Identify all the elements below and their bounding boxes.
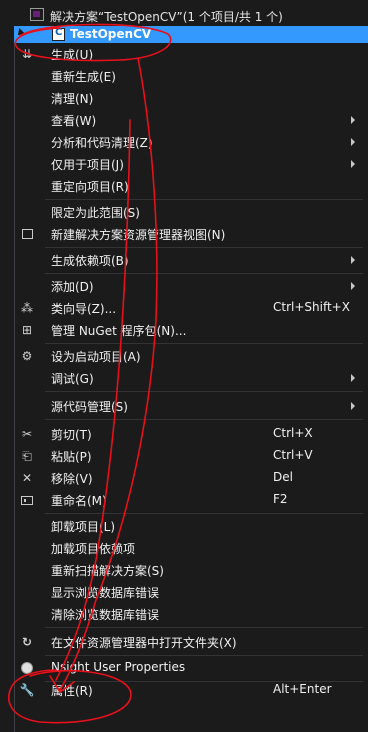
- menu-item-shortcut: Del: [273, 470, 293, 484]
- scissors-icon: ✂: [21, 427, 33, 441]
- menu-item-label: 卸载项目(L): [51, 520, 116, 534]
- menu-item-open-in-explorer[interactable]: ↻ 在文件资源管理器中打开文件夹(X): [15, 631, 368, 653]
- expand-triangle-icon[interactable]: [15, 28, 25, 38]
- menu-separator: [45, 247, 363, 248]
- build-icon: ⇊: [21, 47, 33, 61]
- menu-item-manage-nuget[interactable]: ⊞ 管理 NuGet 程序包(N)...: [15, 319, 368, 341]
- menu-item-label: 源代码管理(S): [51, 400, 128, 414]
- menu-separator: [45, 513, 363, 514]
- nuget-icon: ⊞: [21, 323, 33, 337]
- globe-icon: [19, 660, 35, 676]
- menu-item-class-wizard[interactable]: ⁂ 类向导(Z)... Ctrl+Shift+X: [15, 297, 368, 319]
- menu-item-build[interactable]: ⇊ 生成(U): [15, 43, 368, 65]
- menu-separator: [45, 391, 363, 392]
- menu-item-label: 生成(U): [51, 48, 94, 62]
- menu-item-label: 重定向项目(R): [51, 180, 129, 194]
- menu-separator: [45, 627, 363, 628]
- solution-title: 解决方案“TestOpenCV”(1 个项目/共 1 个): [50, 10, 283, 24]
- menu-item-label: 设为启动项目(A): [51, 350, 141, 364]
- menu-item-label: 加载项目依赖项: [51, 542, 136, 556]
- submenu-arrow-icon: [351, 116, 355, 124]
- refresh-icon: ↻: [21, 635, 33, 649]
- solution-icon: [30, 8, 44, 21]
- solution-node[interactable]: 解决方案“TestOpenCV”(1 个项目/共 1 个): [0, 4, 368, 26]
- menu-item-show-db-errors[interactable]: 显示浏览数据库错误: [15, 581, 368, 603]
- submenu-arrow-icon: [351, 256, 355, 264]
- menu-item-nsight-properties[interactable]: Nsight User Properties: [15, 657, 368, 679]
- project-node-selected[interactable]: TestOpenCV: [14, 26, 368, 43]
- menu-item-shortcut: Ctrl+X: [273, 426, 313, 440]
- menu-separator: [45, 343, 363, 344]
- paste-icon: ⎗: [22, 448, 32, 463]
- menu-item-shortcut: Ctrl+V: [273, 448, 313, 462]
- menu-item-paste[interactable]: ⎗ 粘贴(P) Ctrl+V: [15, 445, 368, 467]
- menu-item-label: 剪切(T): [51, 428, 92, 442]
- menu-item-analyze[interactable]: 分析和代码清理(Z): [15, 131, 368, 153]
- class-wizard-icon: ⁂: [21, 301, 33, 315]
- menu-item-shortcut: Ctrl+Shift+X: [273, 300, 350, 314]
- menu-item-add[interactable]: 添加(D): [15, 275, 368, 297]
- cpp-project-icon: [52, 27, 65, 41]
- menu-item-label: 类向导(Z)...: [51, 302, 117, 316]
- submenu-arrow-icon: [351, 374, 355, 382]
- context-menu: ⇊ 生成(U) 重新生成(E) 清理(N) 查看(W) 分析和代码清理(Z) 仅…: [14, 43, 368, 732]
- menu-item-retarget[interactable]: 重定向项目(R): [15, 175, 368, 197]
- menu-item-set-startup[interactable]: ⚙ 设为启动项目(A): [15, 345, 368, 367]
- menu-item-label: 添加(D): [51, 280, 94, 294]
- menu-item-source-control[interactable]: 源代码管理(S): [15, 395, 368, 417]
- menu-item-label: 生成依赖项(B): [51, 254, 129, 268]
- menu-item-label: 属性(R): [51, 684, 93, 698]
- menu-item-label: Nsight User Properties: [51, 660, 186, 674]
- menu-item-label: 管理 NuGet 程序包(N)...: [51, 324, 187, 338]
- menu-item-clean[interactable]: 清理(N): [15, 87, 368, 109]
- menu-item-label: 限定为此范围(S): [51, 206, 140, 220]
- menu-item-label: 显示浏览数据库错误: [51, 586, 160, 600]
- submenu-arrow-icon: [351, 402, 355, 410]
- menu-item-shortcut: Alt+Enter: [273, 682, 332, 696]
- menu-item-label: 在文件资源管理器中打开文件夹(X): [51, 636, 237, 650]
- menu-separator: [45, 199, 363, 200]
- menu-item-clear-db-errors[interactable]: 清除浏览数据库错误: [15, 603, 368, 625]
- menu-item-label: 仅用于项目(J): [51, 158, 124, 172]
- menu-item-rescan-solution[interactable]: 重新扫描解决方案(S): [15, 559, 368, 581]
- new-view-icon: [19, 226, 35, 242]
- menu-item-label: 重新生成(E): [51, 70, 116, 84]
- menu-item-label: 清理(N): [51, 92, 94, 106]
- menu-item-label: 粘贴(P): [51, 450, 92, 464]
- menu-item-label: 调试(G): [51, 372, 94, 386]
- menu-item-label: 重新扫描解决方案(S): [51, 564, 164, 578]
- menu-item-label: 重命名(M): [51, 494, 107, 508]
- menu-item-shortcut: F2: [273, 492, 288, 506]
- submenu-arrow-icon: [351, 282, 355, 290]
- menu-separator: [45, 655, 363, 656]
- wrench-icon: 🔧: [19, 683, 35, 697]
- menu-item-new-explorer-view[interactable]: 新建解决方案资源管理器视图(N): [15, 223, 368, 245]
- gear-icon: ⚙: [21, 349, 33, 363]
- menu-item-load-dependencies[interactable]: 加载项目依赖项: [15, 537, 368, 559]
- project-name: TestOpenCV: [70, 27, 152, 41]
- submenu-arrow-icon: [351, 138, 355, 146]
- menu-item-rebuild[interactable]: 重新生成(E): [15, 65, 368, 87]
- menu-item-label: 分析和代码清理(Z): [51, 136, 153, 150]
- menu-item-remove[interactable]: ✕ 移除(V) Del: [15, 467, 368, 489]
- menu-separator: [45, 273, 363, 274]
- menu-item-unload-project[interactable]: 卸载项目(L): [15, 515, 368, 537]
- menu-item-build-dependencies[interactable]: 生成依赖项(B): [15, 249, 368, 271]
- submenu-arrow-icon: [351, 160, 355, 168]
- menu-item-properties[interactable]: 🔧 属性(R) Alt+Enter: [15, 679, 368, 701]
- menu-item-scope-to-this[interactable]: 限定为此范围(S): [15, 201, 368, 223]
- menu-item-view[interactable]: 查看(W): [15, 109, 368, 131]
- menu-item-project-only[interactable]: 仅用于项目(J): [15, 153, 368, 175]
- menu-item-cut[interactable]: ✂ 剪切(T) Ctrl+X: [15, 423, 368, 445]
- menu-item-label: 查看(W): [51, 114, 97, 128]
- menu-separator: [45, 419, 363, 420]
- menu-item-debug[interactable]: 调试(G): [15, 367, 368, 389]
- menu-item-rename[interactable]: 重命名(M) F2: [15, 489, 368, 511]
- delete-icon: ✕: [21, 471, 33, 485]
- menu-item-label: 新建解决方案资源管理器视图(N): [51, 228, 226, 242]
- menu-item-label: 移除(V): [51, 472, 93, 486]
- menu-item-label: 清除浏览数据库错误: [51, 608, 160, 622]
- rename-icon: [19, 492, 35, 508]
